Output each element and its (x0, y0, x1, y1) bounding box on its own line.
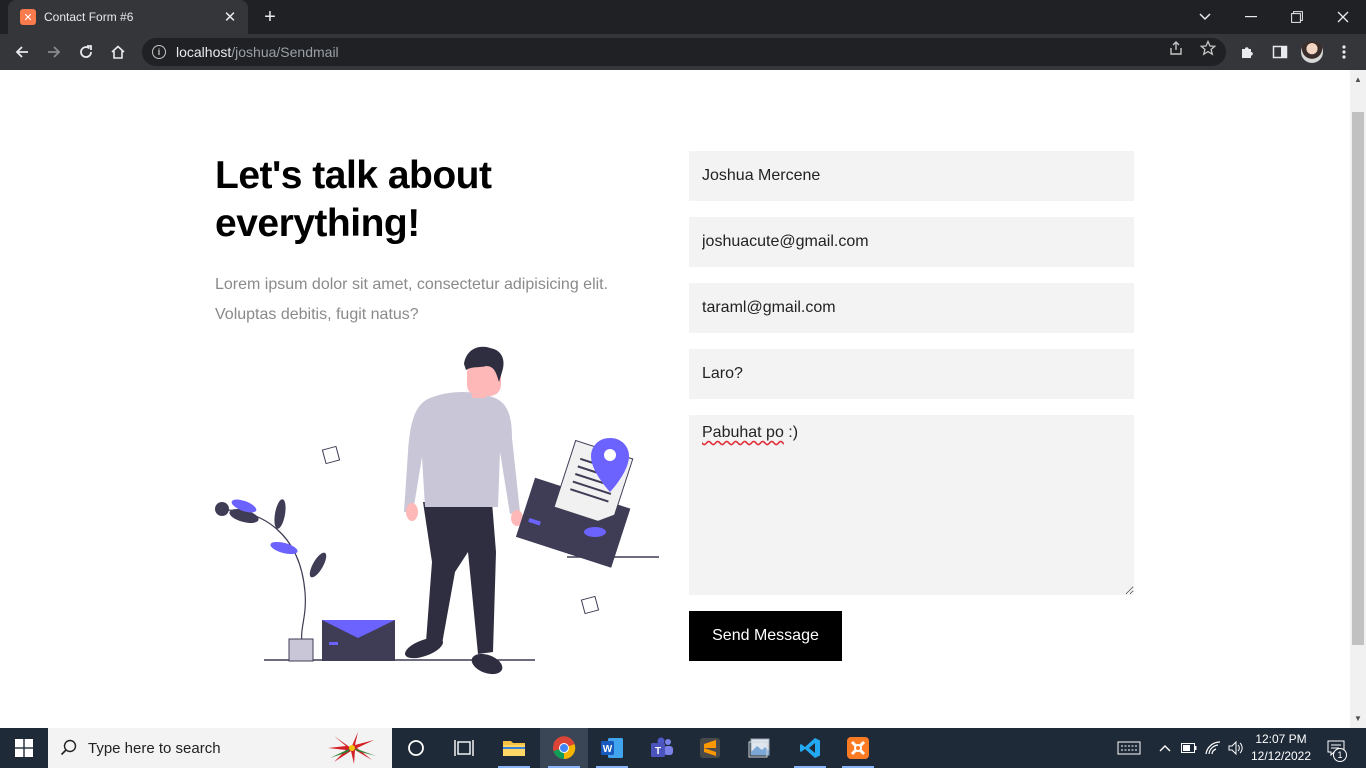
minimize-button[interactable] (1228, 0, 1274, 34)
windows-logo-icon (15, 739, 33, 757)
sublime-text-icon (700, 738, 720, 758)
poinsettia-icon (328, 732, 376, 764)
taskbar-clock[interactable]: 12:07 PM 12/12/2022 (1248, 731, 1314, 765)
clock-date: 12/12/2022 (1250, 749, 1312, 763)
scroll-up-arrow-icon[interactable]: ▲ (1350, 72, 1366, 88)
forward-button[interactable] (40, 38, 68, 66)
tab-title: Contact Form #6 (44, 10, 134, 24)
url-text[interactable]: localhost/joshua/Sendmail (176, 44, 339, 60)
site-info-icon[interactable]: i (152, 45, 166, 59)
share-icon[interactable] (1166, 38, 1186, 58)
reload-button[interactable] (72, 38, 100, 66)
bookmark-star-icon[interactable] (1198, 38, 1218, 58)
teams-button[interactable]: T (638, 728, 686, 768)
name-input[interactable] (689, 151, 1134, 201)
back-button[interactable] (8, 38, 36, 66)
home-button[interactable] (104, 38, 132, 66)
word-icon: W (601, 738, 623, 758)
message-textarea[interactable]: Pabuhat po :) (689, 415, 1134, 595)
new-tab-button[interactable]: + (258, 5, 282, 29)
keyboard-icon[interactable] (1116, 738, 1142, 758)
windows-start-button[interactable] (0, 728, 48, 768)
teams-icon: T (651, 737, 673, 757)
page-heading: Let's talk about everything! (215, 154, 492, 245)
clock-time: 12:07 PM (1255, 732, 1307, 746)
svg-text:T: T (655, 746, 661, 757)
xampp-button[interactable] (834, 728, 882, 768)
taskbar-search-box[interactable]: Type here to search (48, 728, 392, 768)
word-button[interactable]: W (588, 728, 636, 768)
file-explorer-button[interactable] (490, 728, 538, 768)
vscode-button[interactable] (786, 728, 834, 768)
photos-app-button[interactable] (736, 728, 784, 768)
profile-avatar[interactable] (1301, 41, 1323, 63)
task-view-button[interactable] (440, 728, 488, 768)
close-window-button[interactable] (1320, 0, 1366, 34)
vscode-icon (800, 738, 820, 758)
xampp-icon: ✕ (20, 9, 36, 25)
sublime-text-button[interactable] (686, 728, 734, 768)
tab-search-chevron-icon[interactable] (1182, 0, 1228, 34)
address-bar[interactable]: i localhost/joshua/Sendmail (142, 38, 1226, 66)
svg-text:W: W (603, 744, 613, 755)
extensions-puzzle-icon[interactable] (1234, 38, 1262, 66)
restore-button[interactable] (1274, 0, 1320, 34)
scrollbar-thumb[interactable] (1352, 112, 1364, 645)
chrome-button[interactable] (540, 728, 588, 768)
side-panel-icon[interactable] (1266, 38, 1294, 66)
tab-close-icon[interactable]: ✕ (222, 8, 238, 26)
xampp-taskbar-icon (847, 737, 869, 759)
browser-tab-strip: ✕ Contact Form #6 ✕ + (0, 0, 1366, 34)
cortana-button[interactable] (392, 728, 440, 768)
battery-icon[interactable] (1179, 738, 1199, 758)
photos-icon (748, 738, 770, 758)
windows-taskbar: Type here to search W T 12:07 PM 12/12/2… (0, 728, 1366, 768)
browser-tab[interactable]: ✕ Contact Form #6 ✕ (8, 0, 248, 34)
browser-toolbar: i localhost/joshua/Sendmail (0, 34, 1366, 70)
page-content: Let's talk about everything! Lorem ipsum… (0, 70, 1350, 728)
contact-illustration (215, 346, 659, 675)
scroll-down-arrow-icon[interactable]: ▼ (1350, 711, 1366, 727)
recipient-email-input[interactable] (689, 283, 1134, 333)
chrome-icon (553, 736, 576, 760)
send-message-button[interactable]: Send Message (689, 611, 842, 661)
subject-input[interactable] (689, 349, 1134, 399)
task-view-icon (454, 740, 474, 756)
wifi-icon[interactable] (1203, 738, 1223, 758)
volume-icon[interactable] (1226, 738, 1246, 758)
browser-menu-icon[interactable] (1330, 38, 1358, 66)
show-hidden-icons-chevron-icon[interactable] (1155, 738, 1175, 758)
email-input[interactable] (689, 217, 1134, 267)
search-placeholder: Type here to search (88, 739, 221, 757)
search-icon (60, 739, 77, 756)
page-lead-text: Lorem ipsum dolor sit amet, consectetur … (215, 276, 609, 323)
folder-icon (503, 741, 525, 756)
cortana-circle-icon (408, 740, 424, 756)
notification-count-badge: 1 (1333, 748, 1347, 762)
